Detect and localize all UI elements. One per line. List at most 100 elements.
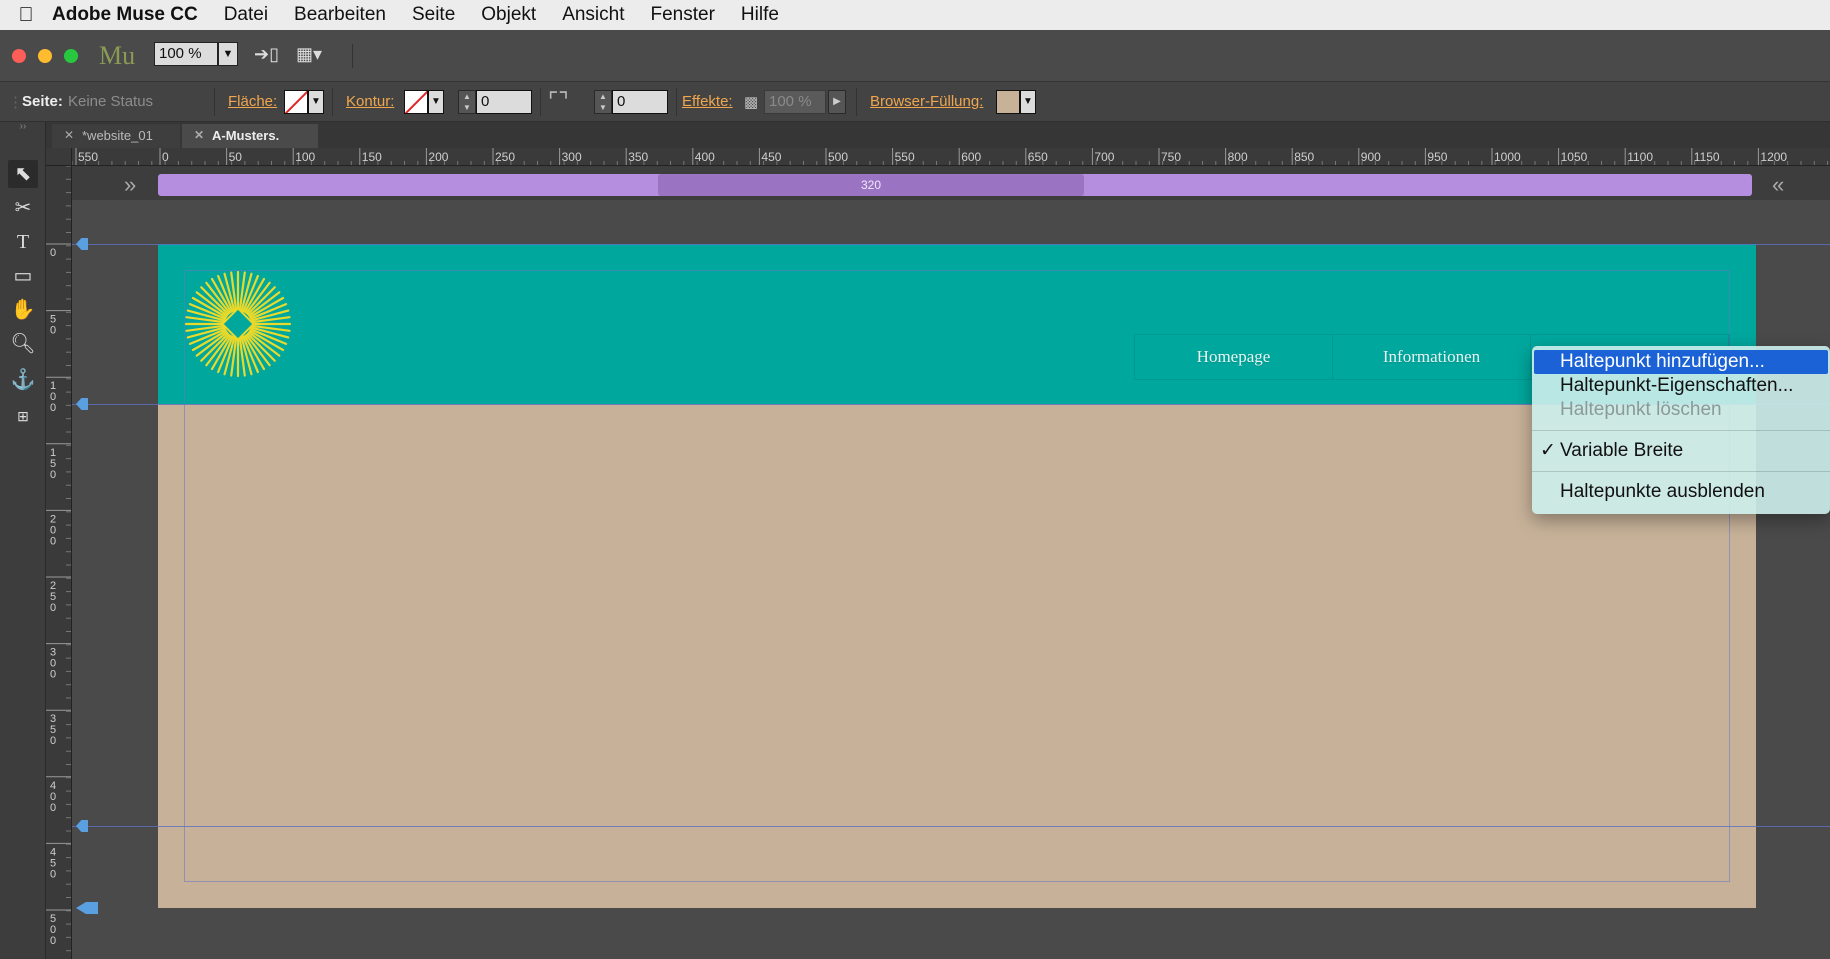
ruler-label: 0: [50, 325, 56, 337]
collapse-panel-icon[interactable]: ››: [8, 122, 38, 132]
control-bar: ⋮ Seite: Keine Status Fläche: ▼ Kontur: …: [0, 82, 1830, 122]
menu-app-name[interactable]: Adobe Muse CC: [52, 4, 211, 26]
opacity-field[interactable]: 100 %: [764, 90, 826, 114]
close-tab-icon[interactable]: ✕: [64, 128, 74, 142]
ruler-label: 0: [50, 402, 56, 414]
stroke-stepper[interactable]: ▲ ▼: [458, 90, 476, 114]
menu-separator: [1532, 471, 1830, 472]
ruler-label: 0: [50, 802, 56, 814]
breakpoint-segment[interactable]: 320: [658, 174, 1084, 196]
browser-fill-swatch[interactable]: [996, 90, 1020, 114]
close-tab-icon[interactable]: ✕: [194, 128, 204, 142]
fill-dropdown[interactable]: ▼: [308, 90, 324, 114]
vertical-ruler-ticks: 050100150200250300350400450500: [46, 166, 71, 952]
grip-icon: ⋮: [8, 94, 23, 111]
ruler-label: 0: [50, 602, 56, 614]
selection-tool-icon[interactable]: ⬉: [8, 160, 38, 188]
zoom-window-button[interactable]: [64, 49, 78, 63]
zoom-level-field[interactable]: 100 %: [154, 42, 218, 66]
ruler-label: 700: [1094, 150, 1114, 164]
menu-fenster[interactable]: Fenster: [638, 4, 728, 26]
ruler-label: 550: [78, 150, 98, 164]
tools-panel: ›› ⬉ ✂ T ▭ ✋ 🔍︎ ⚓ ⊞: [0, 122, 46, 959]
hand-tool-icon[interactable]: ✋: [8, 296, 38, 324]
menu-separator: [1532, 430, 1830, 431]
menu-hilfe[interactable]: Hilfe: [728, 4, 792, 26]
menu-delete-breakpoint: Haltepunkt löschen: [1560, 399, 1722, 420]
crop-tool-icon[interactable]: ✂: [8, 194, 38, 222]
ruler-label: 850: [1294, 150, 1314, 164]
checkmark-icon: ✓: [1540, 440, 1556, 461]
guide-line[interactable]: [72, 244, 1830, 245]
menu-variable-width[interactable]: ✓ Variable Breite: [1532, 439, 1830, 463]
page-status[interactable]: Keine Status: [68, 93, 153, 110]
fill-label[interactable]: Fläche:: [228, 93, 277, 110]
menu-datei[interactable]: Datei: [211, 4, 281, 26]
zoom-dropdown-button[interactable]: ▼: [218, 42, 238, 66]
menu-bearbeiten[interactable]: Bearbeiten: [281, 4, 399, 26]
page-label: Seite:: [22, 93, 63, 110]
browser-fill-dropdown[interactable]: ▼: [1020, 90, 1036, 114]
guide-marker[interactable]: [76, 238, 88, 250]
ruler-label: 650: [1028, 150, 1048, 164]
divider: [540, 88, 541, 116]
tab-website[interactable]: ✕ *website_01: [52, 124, 180, 148]
ruler-origin[interactable]: [46, 148, 72, 166]
stroke-width-field[interactable]: 0: [476, 90, 532, 114]
breakpoint-context-menu: Haltepunkt hinzufügen... Haltepunkt-Eige…: [1532, 346, 1830, 514]
sun-logo[interactable]: [184, 270, 292, 378]
close-window-button[interactable]: [12, 49, 26, 63]
rectangle-tool-icon[interactable]: ▭: [8, 262, 38, 290]
corner-stepper[interactable]: ▲ ▼: [594, 90, 612, 114]
anchor-tool-icon[interactable]: ⚓: [8, 366, 38, 394]
menu-item-label: Variable Breite: [1560, 440, 1684, 461]
opacity-arrow[interactable]: ▶: [828, 90, 846, 114]
ruler-label: 950: [1427, 150, 1447, 164]
apple-icon[interactable]: : [0, 4, 52, 27]
menu-seite[interactable]: Seite: [399, 4, 468, 26]
menu-hide-breakpoints[interactable]: Haltepunkte ausblenden: [1532, 480, 1830, 504]
tab-label: *website_01: [82, 128, 153, 143]
minimize-window-button[interactable]: [38, 49, 52, 63]
application-bar: Mu 100 % ▼ ➔▯ ▦▾: [0, 30, 1830, 82]
divider: [352, 44, 353, 68]
nav-informationen[interactable]: Informationen: [1333, 335, 1531, 379]
checker-icon: ▩: [744, 94, 759, 111]
ruler-label: 600: [961, 150, 981, 164]
corner-radius-icon: ⌜⌝: [548, 88, 569, 113]
tab-a-master[interactable]: ✕ A-Musters.: [182, 124, 318, 148]
ruler-label: 0: [50, 669, 56, 681]
corner-radius-field[interactable]: 0: [612, 90, 668, 114]
page-end-marker[interactable]: [76, 902, 98, 914]
menu-add-breakpoint[interactable]: Haltepunkt hinzufügen...: [1534, 350, 1828, 374]
guide-marker[interactable]: [76, 398, 88, 410]
ruler-label: 350: [628, 150, 648, 164]
horizontal-ruler[interactable]: 550 0 50 100 150 200 250 300 350 400 450 500 550 600 6…: [72, 148, 1830, 166]
menu-ansicht[interactable]: Ansicht: [549, 4, 637, 26]
ruler-label: 750: [1161, 150, 1181, 164]
stroke-swatch[interactable]: [404, 90, 428, 114]
preview-mode-icon[interactable]: ▦▾: [296, 44, 322, 65]
stroke-dropdown[interactable]: ▼: [428, 90, 444, 114]
expand-right-icon[interactable]: «: [1772, 172, 1784, 198]
expand-left-icon[interactable]: »: [124, 172, 136, 198]
ruler-label: 500: [828, 150, 848, 164]
stroke-label[interactable]: Kontur:: [346, 93, 394, 110]
text-frame-icon[interactable]: ⊞: [8, 402, 38, 430]
guide-marker[interactable]: [76, 820, 88, 832]
ruler-label: 0: [50, 535, 56, 547]
place-icon[interactable]: ➔▯: [254, 44, 279, 65]
fill-swatch[interactable]: [284, 90, 308, 114]
nav-homepage[interactable]: Homepage: [1135, 335, 1333, 379]
vertical-ruler[interactable]: 050100150200250300350400450500: [46, 166, 72, 959]
ruler-label: 450: [761, 150, 781, 164]
design-canvas[interactable]: » 320 « Homepage Informationen Impressum…: [72, 166, 1830, 959]
effects-label[interactable]: Effekte:: [682, 93, 733, 110]
menu-objekt[interactable]: Objekt: [468, 4, 549, 26]
browser-fill-label[interactable]: Browser-Füllung:: [870, 93, 983, 110]
zoom-tool-icon[interactable]: 🔍︎: [8, 330, 38, 358]
divider: [332, 88, 333, 116]
guide-line[interactable]: [72, 826, 1830, 827]
text-tool-icon[interactable]: T: [8, 228, 38, 256]
menu-breakpoint-properties[interactable]: Haltepunkt-Eigenschaften...: [1532, 374, 1830, 398]
